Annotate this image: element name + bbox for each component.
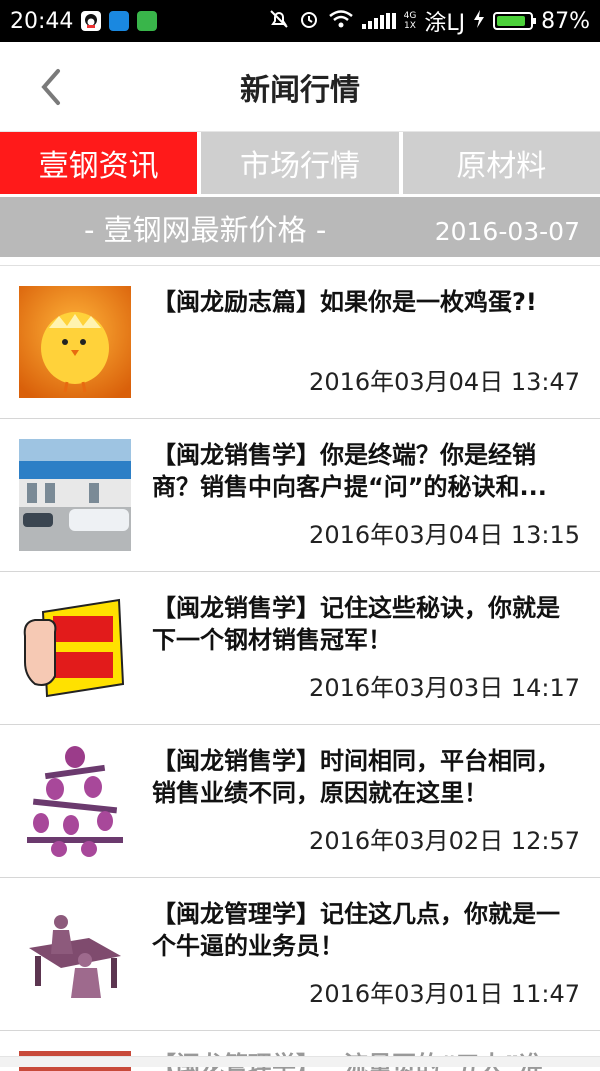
news-title: 【闽龙管理学】记住这几点，你就是一个牛逼的业务员！ (152, 900, 560, 960)
back-button[interactable] (30, 62, 70, 112)
price-banner[interactable]: - 壹钢网最新价格 - 2016-03-07 (0, 197, 600, 257)
app-header: 新闻行情 (0, 42, 600, 132)
list-item[interactable]: 【闽龙管理学】记住这几点，你就是一个牛逼的业务员！ 2016年03月01日 11… (0, 878, 600, 1031)
signal-strength-icon (361, 13, 396, 29)
tab-company-news[interactable]: 壹钢资讯 (0, 132, 198, 194)
list-item[interactable]: 【闽龙励志篇】如果你是一枚鸡蛋?! 2016年03月04日 13:47 (0, 266, 600, 419)
news-time: 2016年03月02日 12:57 (309, 827, 580, 855)
status-bar: 20:44 4G 1X 涂LJ 87% (0, 0, 600, 42)
tab-raw-materials[interactable]: 原材料 (402, 132, 600, 194)
status-time: 20:44 (10, 8, 74, 34)
tab-market[interactable]: 市场行情 (201, 132, 399, 194)
storefront-image (19, 439, 131, 551)
news-time: 2016年03月01日 11:47 (309, 980, 580, 1008)
chick-image (19, 286, 131, 398)
battery-percent: 87% (541, 8, 590, 34)
bird-app-icon (109, 11, 130, 31)
champion-thumb-image (19, 592, 131, 704)
page-title: 新闻行情 (240, 72, 360, 108)
desk-figure-image (19, 898, 131, 1010)
balance-figures-image (19, 745, 131, 857)
news-time: 2016年03月03日 14:17 (309, 674, 580, 702)
list-item[interactable]: 【闽龙销售学】记住这些秘诀，你就是下一个钢材销售冠军！ 2016年03月03日 … (0, 572, 600, 725)
news-title: 【闽龙销售学】记住这些秘诀，你就是下一个钢材销售冠军！ (152, 594, 560, 654)
network-type: 4G 1X (403, 11, 417, 31)
news-time: 2016年03月04日 13:47 (309, 368, 580, 396)
cat-app-icon (137, 11, 158, 31)
news-title: 【闽龙销售学】时间相同，平台相同，销售业绩不同，原因就在这里！ (152, 747, 560, 807)
alarm-icon (298, 8, 320, 35)
qq-app-icon (81, 11, 102, 31)
banner-date: 2016-03-07 (434, 217, 580, 246)
news-time: 2016年03月04日 13:15 (309, 521, 580, 549)
charging-icon (473, 9, 485, 34)
tab-bar: 壹钢资讯 市场行情 原材料 (0, 132, 600, 194)
notifications-off-icon (268, 8, 290, 35)
news-list: 【闽龙励志篇】如果你是一枚鸡蛋?! 2016年03月04日 13:47 【闽龙销… (0, 265, 600, 1071)
battery-icon (493, 12, 537, 30)
list-item[interactable]: 【闽龙销售学】你是终端？你是经销商？销售中向客户提“问”的秘诀和... 2016… (0, 419, 600, 572)
news-title: 【闽龙励志篇】如果你是一枚鸡蛋?! (152, 288, 537, 316)
chevron-left-icon (41, 69, 60, 105)
wifi-icon (328, 9, 354, 34)
bottom-edge (0, 1056, 600, 1067)
news-title: 【闽龙销售学】你是终端？你是经销商？销售中向客户提“问”的秘诀和... (152, 441, 547, 501)
carrier-name: 涂LJ (424, 11, 466, 36)
banner-slogan: - 壹钢网最新价格 - (84, 213, 327, 247)
list-item[interactable]: 【闽龙销售学】时间相同，平台相同，销售业绩不同，原因就在这里！ 2016年03月… (0, 725, 600, 878)
